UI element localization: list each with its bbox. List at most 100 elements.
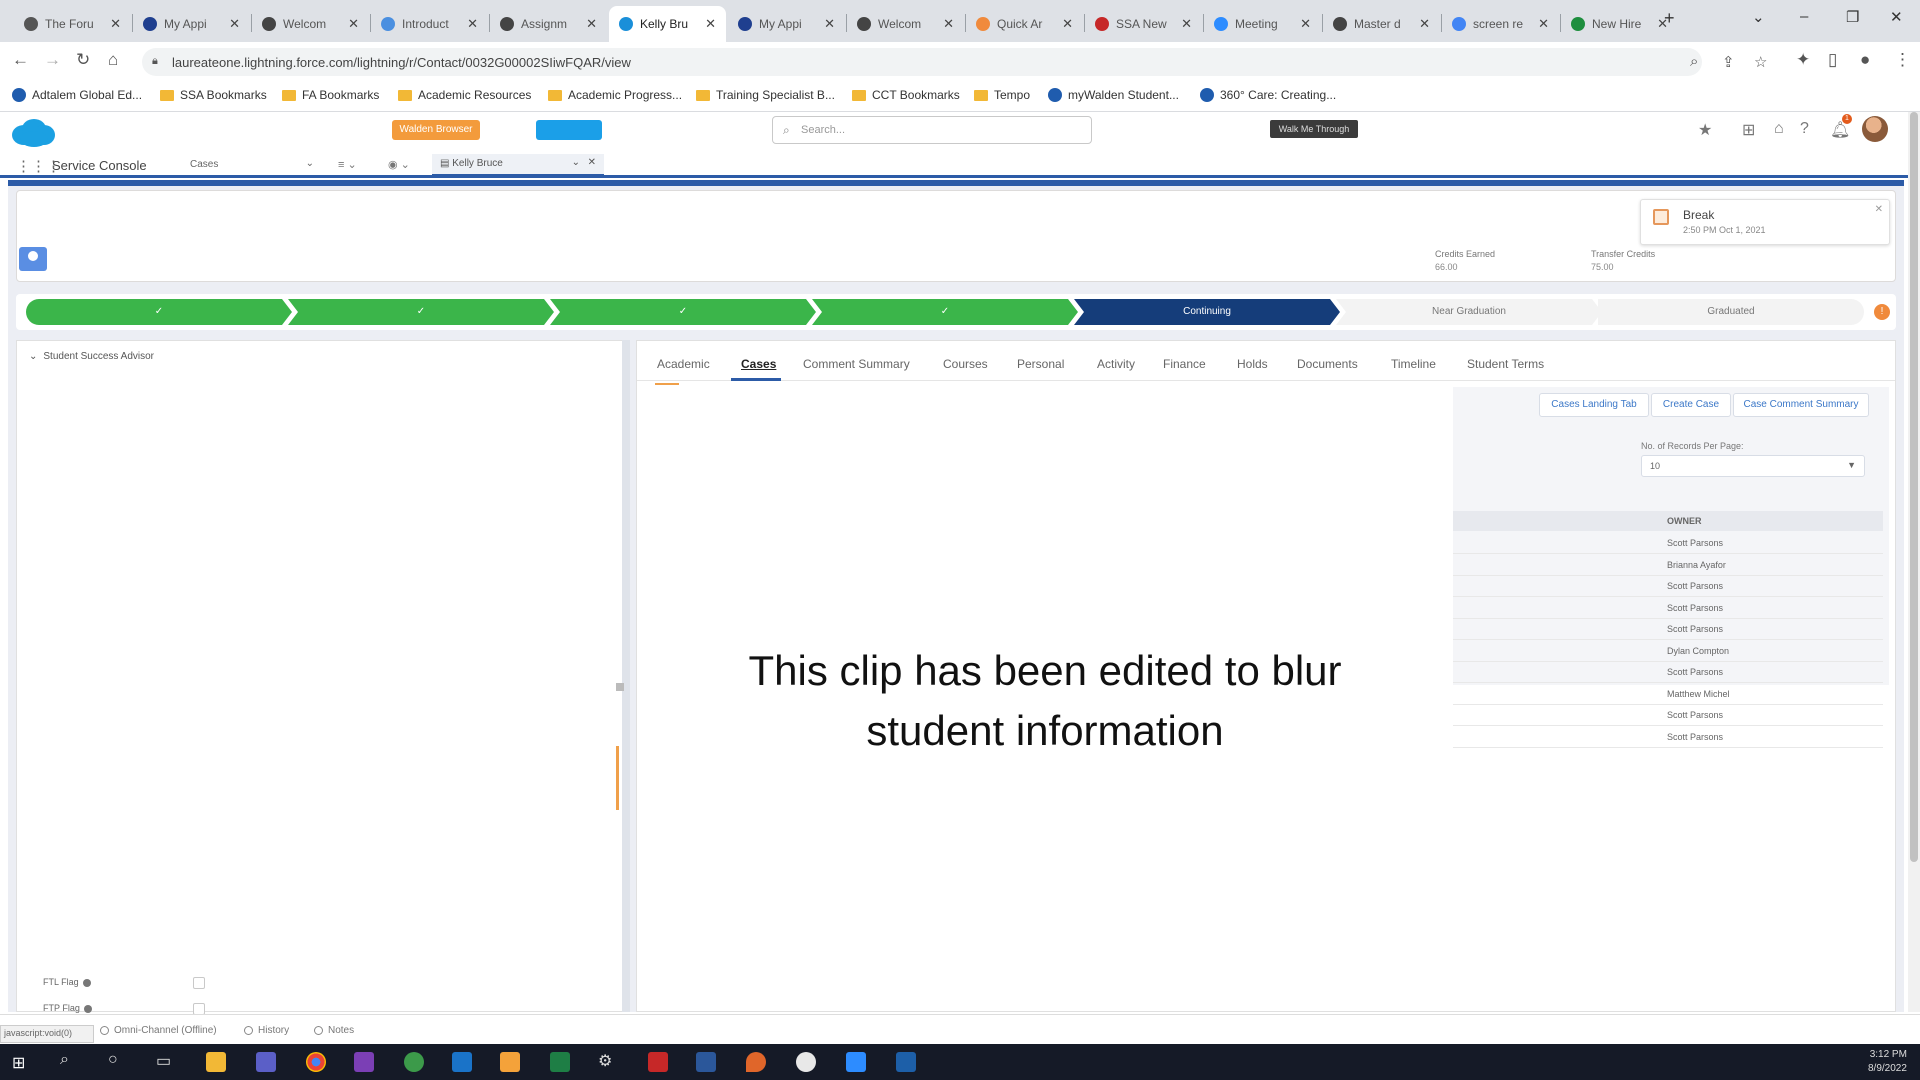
scroll-thumb[interactable] [1910, 112, 1918, 862]
cases-landing-tab-button[interactable]: Cases Landing Tab [1539, 393, 1649, 417]
tab-courses[interactable]: Courses [943, 357, 988, 371]
browser-tab[interactable]: SSA New ✕ [1085, 6, 1202, 42]
salesforce-cloud-logo[interactable] [10, 117, 56, 149]
onenote-icon[interactable] [354, 1052, 374, 1072]
browser-tab[interactable]: Welcom ✕ [847, 6, 964, 42]
info-icon[interactable] [82, 978, 91, 987]
browser-tab[interactable]: Master d ✕ [1323, 6, 1440, 42]
bookmark-star-icon[interactable]: ☆ [1754, 53, 1767, 71]
table-row[interactable]: Scott Parsons [1453, 598, 1883, 619]
walden-browser-button[interactable]: Walden Browser [392, 120, 480, 140]
close-tab-icon[interactable]: ✕ [1419, 16, 1430, 32]
tab-finance[interactable]: Finance [1163, 357, 1206, 371]
close-tab-icon[interactable]: ✕ [588, 157, 596, 168]
resize-handle[interactable] [616, 683, 624, 691]
back-arrow-icon[interactable]: ← [12, 50, 29, 70]
close-tab-icon[interactable]: ✕ [1181, 16, 1192, 32]
case-comment-summary-button[interactable]: Case Comment Summary [1733, 393, 1869, 417]
history-item[interactable]: History [244, 1025, 289, 1036]
favorites-star-icon[interactable]: ★ [1698, 120, 1712, 140]
url-text[interactable]: laureateone.lightning.force.com/lightnin… [172, 55, 631, 70]
bookmark-item[interactable]: SSA Bookmarks [160, 88, 267, 102]
browser-tab[interactable]: Assignm ✕ [490, 6, 607, 42]
taskbar-clock[interactable]: 3:12 PM 8/9/2022 [1868, 1048, 1907, 1076]
restore-icon[interactable]: ❐ [1846, 8, 1859, 26]
app-icon[interactable] [846, 1052, 866, 1072]
profile-icon[interactable]: ● [1860, 50, 1870, 70]
path-step-done[interactable]: ✓ [812, 299, 1078, 325]
browser-tab[interactable]: Quick Ar ✕ [966, 6, 1083, 42]
close-tab-icon[interactable]: ✕ [1300, 16, 1311, 32]
table-row[interactable]: Scott Parsons [1453, 576, 1883, 597]
close-tab-icon[interactable]: ✕ [348, 16, 359, 32]
share-icon[interactable]: ⇪ [1722, 53, 1735, 71]
close-tab-icon[interactable]: ✕ [229, 16, 240, 32]
table-row[interactable]: Scott Parsons [1453, 705, 1883, 726]
tab-cases[interactable]: Cases [741, 357, 776, 371]
warning-icon[interactable]: ! [1874, 304, 1890, 320]
notes-item[interactable]: Notes [314, 1025, 354, 1036]
table-row[interactable]: Dylan Compton [1453, 641, 1883, 662]
browser-tab[interactable]: Meeting ✕ [1204, 6, 1321, 42]
minimize-icon[interactable]: – [1800, 8, 1808, 25]
tab-search-chevron-icon[interactable]: ⌄ [1752, 8, 1765, 26]
zoom-icon[interactable]: ⌕ [1690, 53, 1698, 70]
ftl-flag-checkbox[interactable] [193, 977, 205, 989]
close-tab-icon[interactable]: ✕ [467, 16, 478, 32]
browser-tab[interactable]: The Foru ✕ [14, 6, 131, 42]
path-step-done[interactable]: ✓ [550, 299, 816, 325]
browser-tab[interactable]: Kelly Bru ✕ [609, 6, 726, 42]
table-row[interactable]: Scott Parsons [1453, 727, 1883, 748]
bookmark-item[interactable]: myWalden Student... [1048, 88, 1179, 102]
walk-me-through-button[interactable]: Walk Me Through [1270, 120, 1358, 138]
omni-channel-item[interactable]: Omni-Channel (Offline) [100, 1025, 217, 1036]
new-tab-plus-icon[interactable]: + [1664, 8, 1675, 29]
help-icon[interactable]: ? [1800, 120, 1809, 138]
chrome-menu-icon[interactable]: ⋮ [1894, 50, 1911, 70]
app-icon[interactable] [404, 1052, 424, 1072]
windows-start-icon[interactable]: ⊞ [12, 1053, 25, 1073]
tab-holds[interactable]: Holds [1237, 357, 1268, 371]
path-step-todo[interactable]: Graduated [1598, 299, 1864, 325]
blue-action-button[interactable] [536, 120, 602, 140]
browser-tab[interactable]: screen re ✕ [1442, 6, 1559, 42]
app-icon[interactable] [746, 1052, 766, 1072]
search-icon[interactable]: ⌕ [60, 1051, 69, 1069]
bookmark-item[interactable]: FA Bookmarks [282, 88, 379, 102]
table-row[interactable]: Scott Parsons [1453, 619, 1883, 640]
global-search-input[interactable]: ⌕ Search... [772, 116, 1092, 144]
bookmark-item[interactable]: Adtalem Global Ed... [12, 88, 142, 102]
page-scrollbar[interactable] [1908, 112, 1920, 1012]
file-explorer-icon[interactable] [206, 1052, 226, 1072]
address-bar[interactable]: 🔒︎ laureateone.lightning.force.com/light… [142, 48, 1767, 76]
cortana-icon[interactable]: ○ [108, 1051, 118, 1069]
close-tab-icon[interactable]: ✕ [110, 16, 121, 32]
panel-divider[interactable] [622, 340, 630, 1012]
word-icon[interactable] [696, 1052, 716, 1072]
forward-arrow-icon[interactable]: → [44, 50, 61, 70]
close-tab-icon[interactable]: ✕ [1538, 16, 1549, 32]
global-actions-icon[interactable]: ⊞ [1742, 120, 1755, 140]
browser-tab[interactable]: My Appi ✕ [133, 6, 250, 42]
record-workspace-tab[interactable]: ▤ Kelly Bruce ⌄ ✕ [432, 154, 604, 176]
tab-student-terms[interactable]: Student Terms [1467, 357, 1544, 371]
side-panel-icon[interactable]: ▯ [1828, 50, 1837, 70]
user-avatar[interactable] [1862, 116, 1888, 142]
bookmark-item[interactable]: 360° Care: Creating... [1200, 88, 1336, 102]
close-window-icon[interactable]: ✕ [1890, 8, 1903, 26]
settings-gear-icon[interactable]: ⚙ [598, 1051, 612, 1071]
tab-activity[interactable]: Activity [1097, 357, 1135, 371]
app-icon[interactable] [796, 1052, 816, 1072]
extensions-puzzle-icon[interactable]: ✦ [1796, 50, 1810, 70]
bookmark-item[interactable]: Academic Progress... [548, 88, 682, 102]
path-step-current[interactable]: Continuing [1074, 299, 1340, 325]
close-tab-icon[interactable]: ✕ [586, 16, 597, 32]
browser-tab[interactable]: My Appi ✕ [728, 6, 845, 42]
teams-icon[interactable] [256, 1052, 276, 1072]
bookmark-item[interactable]: Academic Resources [398, 88, 531, 102]
path-step-todo[interactable]: Near Graduation [1336, 299, 1602, 325]
records-per-page-select[interactable]: 10 ▼ [1641, 455, 1865, 477]
close-icon[interactable]: ✕ [1875, 204, 1883, 215]
home-icon[interactable]: ⌂ [108, 50, 118, 70]
bookmark-item[interactable]: Training Specialist B... [696, 88, 835, 102]
